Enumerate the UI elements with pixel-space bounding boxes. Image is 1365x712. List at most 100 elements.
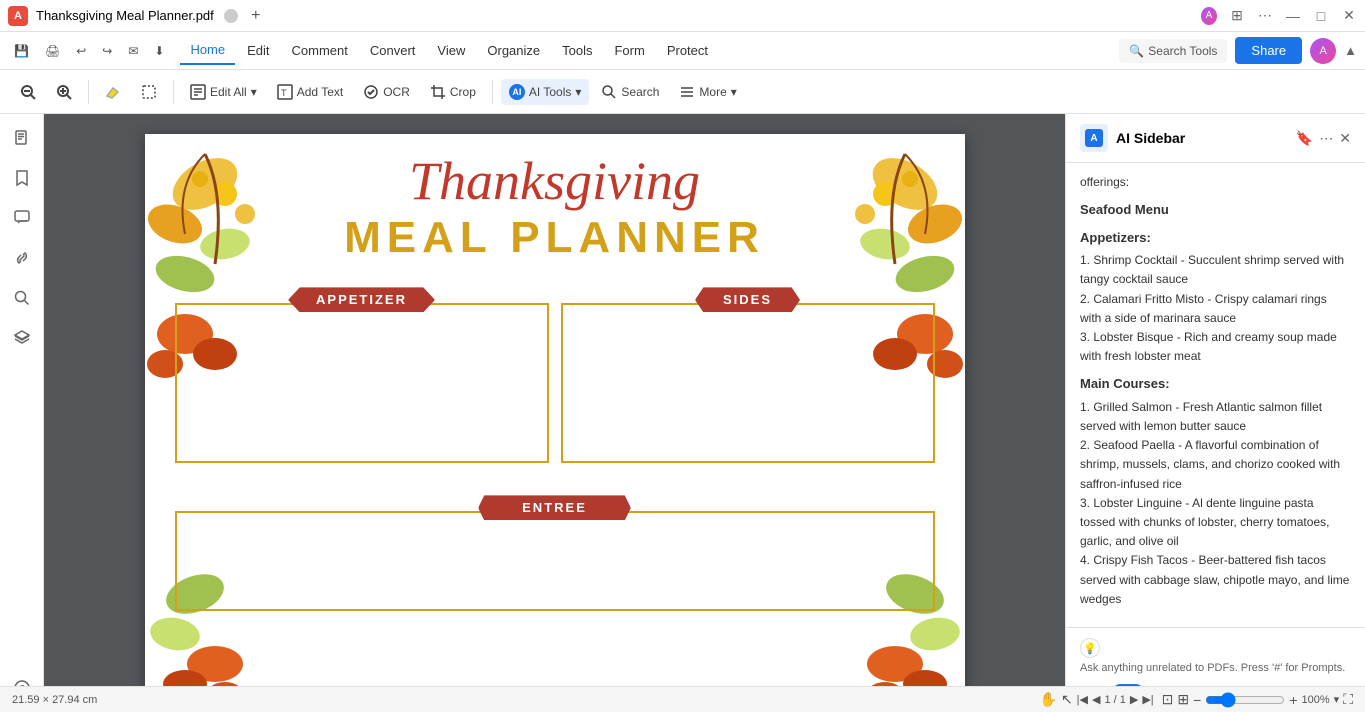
crop-button[interactable]: Crop (422, 79, 484, 105)
menu-tools[interactable]: Tools (552, 37, 602, 64)
zoom-in-button[interactable] (48, 79, 80, 105)
ocr-button[interactable]: OCR (355, 79, 418, 105)
menu-convert[interactable]: Convert (360, 37, 426, 64)
crop-label: Crop (450, 85, 476, 99)
pdf-page: Thanksgiving MEAL PLANNER APPETIZER SIDE… (145, 134, 965, 712)
left-sidebar: ? (0, 114, 44, 712)
zoom-dropdown-icon[interactable]: ▾ (1334, 693, 1340, 706)
fullscreen-button[interactable]: ⛶ (1343, 691, 1353, 708)
menu-comment[interactable]: Comment (282, 37, 358, 64)
sidebar-pages-icon[interactable] (6, 122, 38, 154)
last-page-button[interactable]: ▶| (1142, 693, 1153, 706)
hand-tool-icon[interactable]: ✋ (1040, 691, 1057, 708)
sidebar-comment-icon[interactable] (6, 202, 38, 234)
ai-lightbulb-icon: 💡 (1080, 638, 1100, 658)
search-button[interactable]: Search (593, 79, 667, 105)
edit-all-button[interactable]: Edit All ▾ (182, 79, 265, 105)
toolbar-divider-2 (173, 80, 174, 104)
sidebar-link-icon[interactable] (6, 242, 38, 274)
window-close-button[interactable]: ✕ (1341, 8, 1357, 24)
zoom-out-status-button[interactable]: − (1193, 692, 1201, 708)
svg-text:T: T (281, 88, 287, 98)
add-text-button[interactable]: T Add Text (269, 79, 351, 105)
ai-content-intro: offerings: (1080, 173, 1351, 192)
ai-more-icon[interactable]: ⋯ (1319, 130, 1333, 147)
zoom-out-button[interactable] (12, 79, 44, 105)
menu-home[interactable]: Home (180, 36, 235, 65)
fit-width-icon[interactable]: ⊞ (1177, 691, 1189, 708)
add-tab-button[interactable]: + (246, 6, 266, 26)
prev-page-button[interactable]: ◀ (1092, 693, 1100, 706)
ocr-label: OCR (383, 85, 410, 99)
undo-button[interactable]: ↩ (70, 40, 92, 62)
ai-main-1: 1. Grilled Salmon - Fresh Atlantic salmo… (1080, 398, 1351, 436)
ai-main-courses-title: Main Courses: (1080, 374, 1351, 394)
grid-icon[interactable]: ⊞ (1229, 8, 1245, 24)
search-label: Search (621, 85, 659, 99)
first-page-button[interactable]: |◀ (1077, 693, 1088, 706)
menu-organize[interactable]: Organize (477, 37, 550, 64)
ai-icon-row: 💡 (1080, 638, 1351, 658)
ai-main-2: 2. Seafood Paella - A flavorful combinat… (1080, 436, 1351, 494)
close-tab-button[interactable] (224, 9, 238, 23)
ai-appetizer-2: 2. Calamari Fritto Misto - Crispy calama… (1080, 290, 1351, 328)
sidebar-bookmark-icon[interactable] (6, 162, 38, 194)
page-dimensions: 21.59 × 27.94 cm (12, 694, 97, 706)
sections-row: APPETIZER SIDES (145, 287, 965, 471)
menu-edit[interactable]: Edit (237, 37, 279, 64)
search-tools-button[interactable]: 🔍 Search Tools (1119, 39, 1227, 63)
ai-tools-button[interactable]: AI AI Tools ▾ (501, 79, 590, 105)
more-options-icon[interactable]: ⋯ (1257, 8, 1273, 24)
menu-view[interactable]: View (427, 37, 475, 64)
select-tool-icon[interactable]: ↖ (1061, 691, 1073, 708)
page-nav: ✋ ↖ |◀ ◀ 1 / 1 ▶ ▶| (1040, 691, 1154, 708)
ai-tools-label: AI Tools (529, 85, 571, 99)
menu-bar: 💾 🖨 ↩ ↪ ✉ ⬇ Home Edit Comment Convert Vi… (0, 32, 1365, 70)
user-avatar[interactable]: A (1310, 38, 1336, 64)
ai-bookmark-icon[interactable]: 🔖 (1296, 130, 1313, 147)
selection-button[interactable] (133, 79, 165, 105)
main-layout: ? (0, 114, 1365, 712)
sidebar-search-icon[interactable] (6, 282, 38, 314)
app-icon: A (8, 6, 28, 26)
ai-seafood-menu-title: Seafood Menu (1080, 200, 1351, 220)
maximize-button[interactable]: □ (1313, 8, 1329, 24)
redo-button[interactable]: ↪ (96, 40, 118, 62)
email-button[interactable]: ✉ (122, 40, 144, 62)
save-button[interactable]: 💾 (8, 40, 35, 62)
zoom-level: 100% (1302, 694, 1330, 706)
ai-sidebar-header: A AI Sidebar 🔖 ⋯ ✕ (1066, 114, 1365, 163)
menu-right: 🔍 Search Tools Share A ▲ (1119, 37, 1357, 64)
more-button[interactable]: More ▾ (671, 79, 744, 105)
appetizer-label: APPETIZER (288, 287, 435, 312)
sidebar-layers-icon[interactable] (6, 322, 38, 354)
ai-main-3: 3. Lobster Linguine - Al dente linguine … (1080, 494, 1351, 552)
print-button[interactable]: 🖨 (39, 40, 66, 62)
toolbar-divider-1 (88, 80, 89, 104)
next-page-button[interactable]: ▶ (1130, 693, 1138, 706)
pdf-title-meal-planner: MEAL PLANNER (145, 213, 965, 263)
page-info: 1 / 1 (1104, 694, 1125, 706)
ai-sidebar-header-icons: 🔖 ⋯ ✕ (1296, 130, 1351, 147)
fit-page-icon[interactable]: ⊡ (1162, 691, 1174, 708)
menu-protect[interactable]: Protect (657, 37, 718, 64)
download-button[interactable]: ⬇ (148, 40, 170, 62)
menu-expand-icon[interactable]: ▲ (1344, 43, 1357, 58)
status-bar-right: ✋ ↖ |◀ ◀ 1 / 1 ▶ ▶| ⊡ ⊞ − + 100% ▾ ⛶ (1040, 691, 1354, 708)
highlight-button[interactable] (97, 79, 129, 105)
ai-close-icon[interactable]: ✕ (1339, 130, 1351, 147)
filename: Thanksgiving Meal Planner.pdf (36, 8, 214, 23)
pdf-viewer[interactable]: Thanksgiving MEAL PLANNER APPETIZER SIDE… (44, 114, 1065, 712)
entree-label: ENTREE (478, 495, 631, 520)
more-label: More (699, 85, 726, 99)
ai-icon: AI (509, 84, 525, 100)
add-text-label: Add Text (297, 85, 343, 99)
zoom-slider[interactable] (1205, 692, 1285, 708)
profile-icon[interactable]: A (1201, 8, 1217, 24)
edit-all-chevron: ▾ (251, 85, 257, 99)
minimize-button[interactable]: — (1285, 8, 1301, 24)
title-bar-right: A ⊞ ⋯ — □ ✕ (1201, 8, 1357, 24)
zoom-in-status-button[interactable]: + (1289, 692, 1297, 708)
share-button[interactable]: Share (1235, 37, 1302, 64)
menu-form[interactable]: Form (604, 37, 654, 64)
